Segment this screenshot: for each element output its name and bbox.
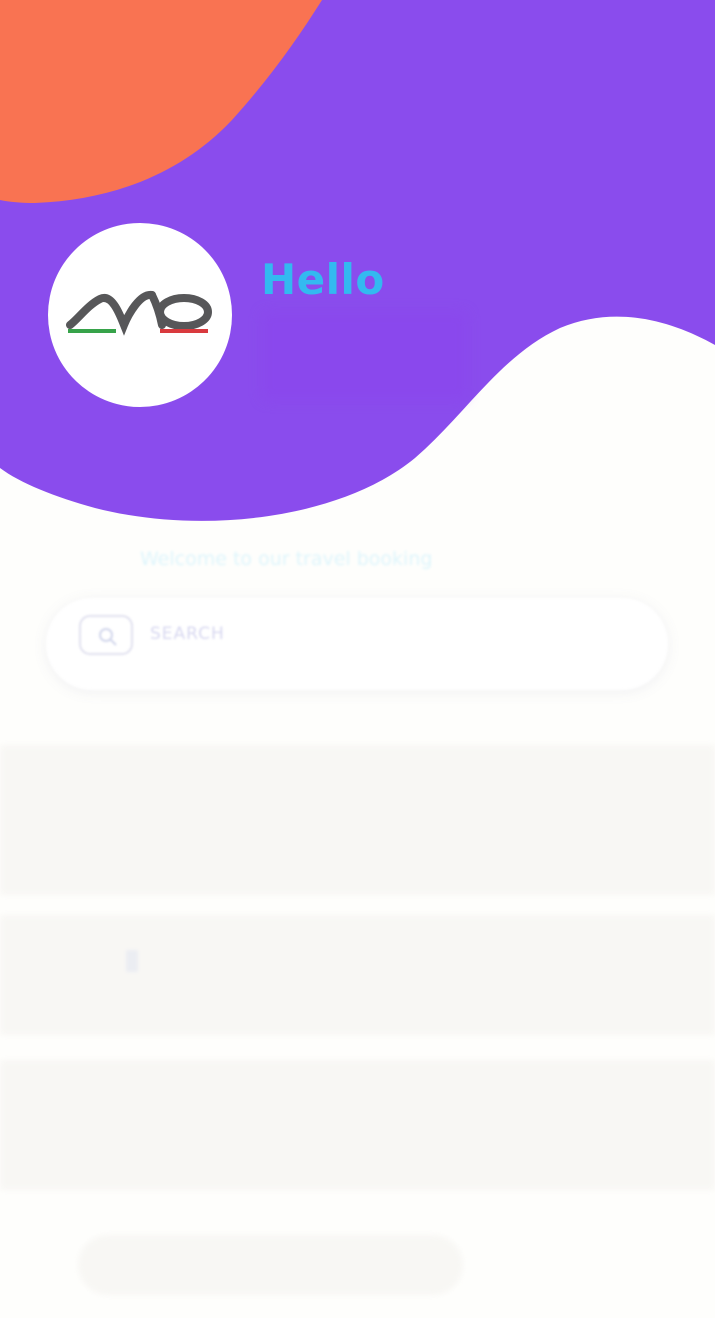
uno-logo-icon: [66, 291, 212, 336]
content-card: [0, 745, 715, 895]
search-placeholder: SEARCH: [150, 624, 225, 644]
search-input[interactable]: [46, 598, 668, 690]
welcome-text: Welcome to our travel booking: [140, 548, 433, 570]
avatar-logo: [48, 223, 232, 407]
search-icon[interactable]: [78, 612, 134, 658]
greeting-title: Hello: [261, 255, 385, 304]
content-card: [0, 1060, 715, 1190]
bottom-button[interactable]: [78, 1235, 463, 1295]
username-redacted: [262, 312, 467, 400]
content-card: [0, 915, 715, 1035]
faint-mark: [126, 950, 138, 972]
